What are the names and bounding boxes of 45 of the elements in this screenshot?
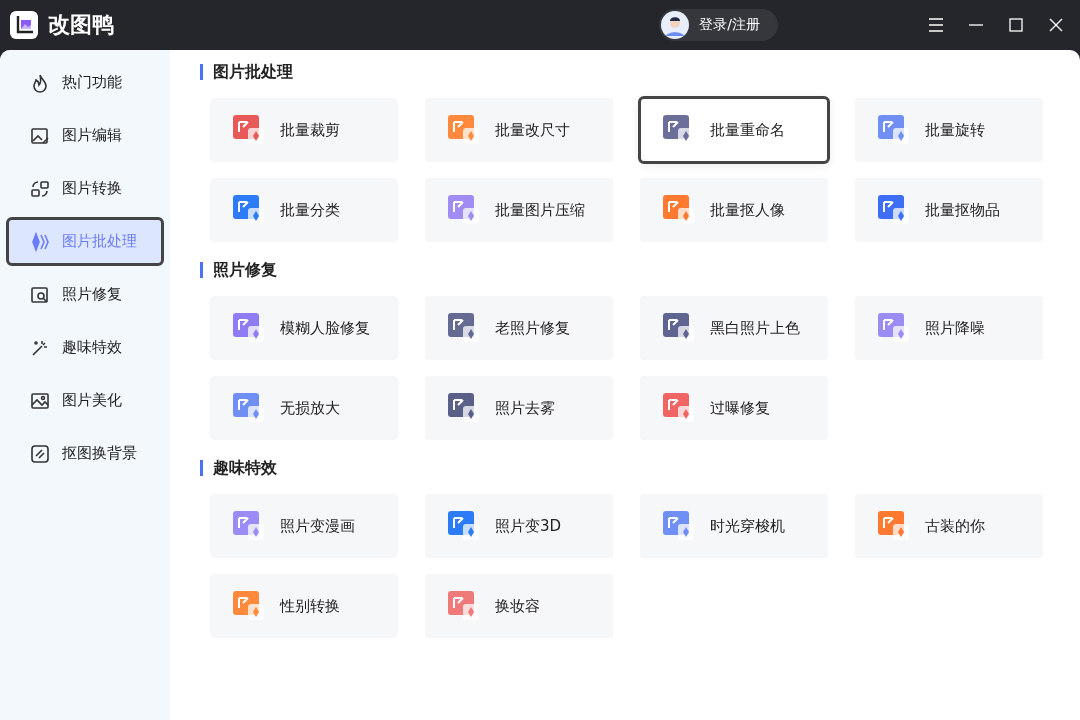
sidebar-item[interactable]: 照片修复 [8, 272, 162, 317]
tool-card[interactable]: 照片降噪 [855, 296, 1043, 360]
tool-card[interactable]: 批量图片压缩 [425, 178, 613, 242]
sidebar-item-icon [30, 390, 50, 411]
tool-card[interactable]: 黑白照片上色 [640, 296, 828, 360]
sidebar-item[interactable]: 热门功能 [8, 60, 162, 105]
menu-icon[interactable] [928, 17, 944, 33]
tool-card[interactable]: 过曝修复 [640, 376, 828, 440]
sidebar-item[interactable]: 图片编辑 [8, 113, 162, 158]
avatar-icon [661, 11, 690, 39]
section-title: 照片修复 [200, 262, 1050, 278]
login-button[interactable]: 登录/注册 [659, 9, 778, 41]
tool-card[interactable]: 批量裁剪 [210, 98, 398, 162]
sidebar-item-icon [30, 72, 50, 93]
sidebar-item[interactable]: 趣味特效 [8, 325, 162, 370]
tool-card[interactable]: 批量改尺寸 [425, 98, 613, 162]
sidebar-item-icon [30, 125, 50, 146]
app-title: 改图鸭 [48, 11, 114, 39]
tool-card[interactable]: 批量抠物品 [855, 178, 1043, 242]
close-icon[interactable] [1048, 17, 1064, 33]
tool-card[interactable]: 照片变3D [425, 494, 613, 558]
sidebar-item-icon [30, 178, 50, 199]
tool-card[interactable]: 古装的你 [855, 494, 1043, 558]
sidebar-item-icon [30, 284, 50, 305]
sidebar-item[interactable]: 图片美化 [8, 378, 162, 423]
tool-card[interactable]: 模糊人脸修复 [210, 296, 398, 360]
tool-card[interactable]: 换妆容 [425, 574, 613, 638]
sidebar-item[interactable]: 图片转换 [8, 166, 162, 211]
tool-card[interactable]: 老照片修复 [425, 296, 613, 360]
sidebar-item[interactable]: 抠图换背景 [8, 431, 162, 476]
tool-card[interactable]: 性别转换 [210, 574, 398, 638]
sidebar-item-icon [30, 231, 50, 252]
tool-card[interactable]: 批量重命名 [640, 98, 828, 162]
sidebar-item-icon [30, 443, 50, 464]
tool-card[interactable]: 批量抠人像 [640, 178, 828, 242]
tool-card[interactable]: 照片变漫画 [210, 494, 398, 558]
tool-card[interactable]: 无损放大 [210, 376, 398, 440]
maximize-icon[interactable] [1008, 17, 1024, 33]
tool-card[interactable]: 照片去雾 [425, 376, 613, 440]
section-title: 趣味特效 [200, 460, 1050, 476]
section-title: 图片批处理 [200, 64, 1050, 80]
app-logo-icon [10, 11, 38, 39]
tool-card[interactable]: 批量分类 [210, 178, 398, 242]
tool-card[interactable]: 批量旋转 [855, 98, 1043, 162]
tool-card[interactable]: 时光穿梭机 [640, 494, 828, 558]
